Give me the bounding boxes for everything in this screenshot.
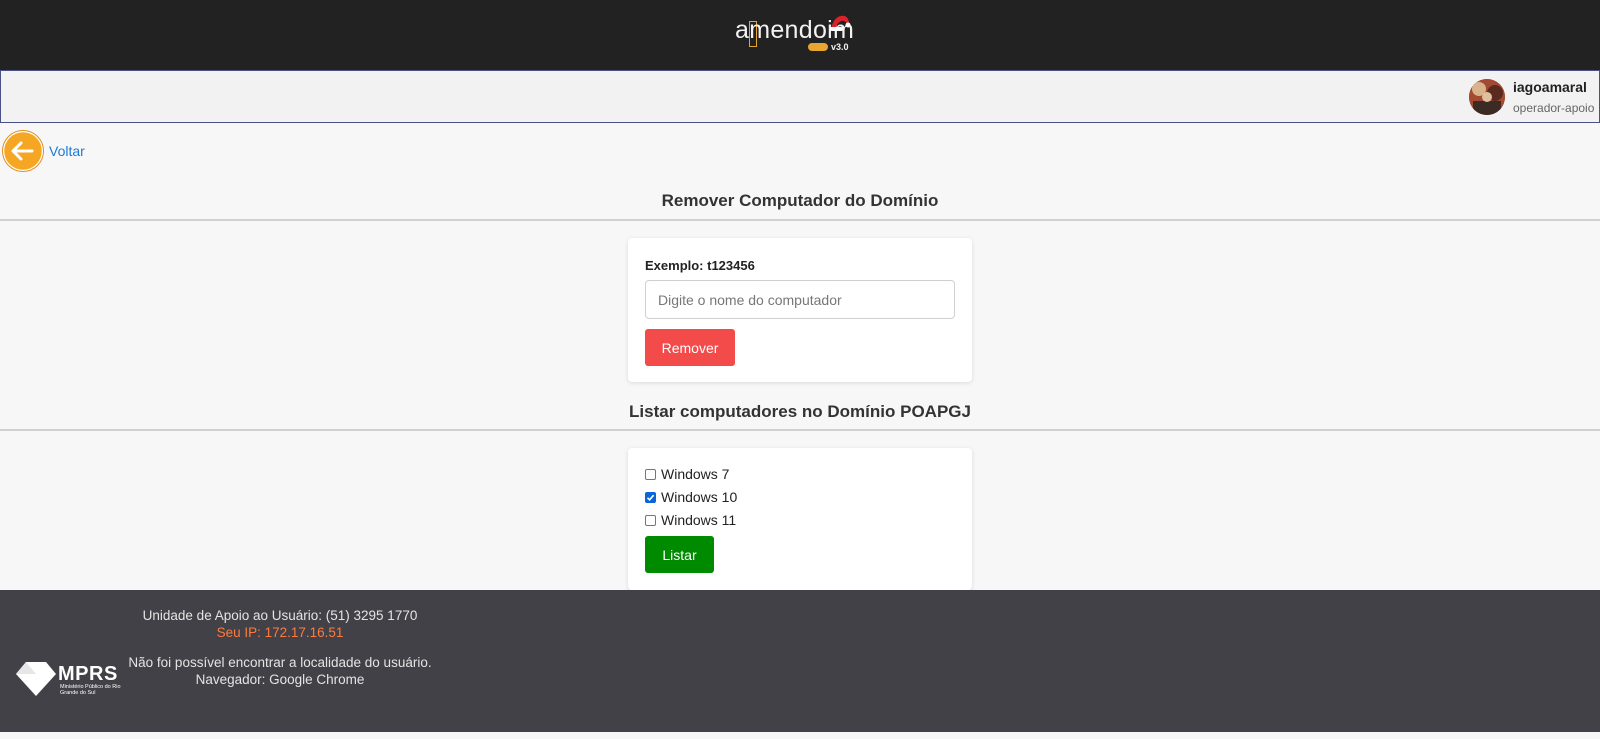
footer-bottom-strip bbox=[0, 732, 1600, 739]
mprs-logo: MPRS Ministério Público do Rio Grande do… bbox=[16, 660, 126, 702]
mprs-short-name: MPRS bbox=[58, 663, 118, 685]
list-section-title: Listar computadores no Domínio POAPGJ bbox=[629, 402, 971, 421]
windows-10-option[interactable]: Windows 10 bbox=[645, 489, 737, 505]
remove-section-title: Remover Computador do Domínio bbox=[661, 191, 939, 210]
windows-11-checkbox[interactable] bbox=[645, 514, 656, 526]
santa-hat-icon bbox=[830, 15, 851, 31]
back-label[interactable]: Voltar bbox=[49, 143, 85, 159]
windows-11-label: Windows 11 bbox=[661, 512, 737, 528]
list-button[interactable]: Listar bbox=[645, 536, 714, 573]
windows-11-option[interactable]: Windows 11 bbox=[645, 512, 736, 528]
avatar[interactable] bbox=[1469, 79, 1505, 115]
top-header: amendoim v3.0 bbox=[0, 0, 1600, 70]
avatar-image bbox=[1469, 79, 1505, 115]
back-link[interactable]: Voltar bbox=[2, 130, 85, 172]
divider bbox=[0, 429, 1600, 431]
mprs-full-name: Ministério Público do Rio Grande do Sul bbox=[60, 684, 121, 696]
logo-version: v3.0 bbox=[831, 42, 849, 52]
user-name: iagoamaral bbox=[1513, 79, 1587, 95]
remove-button[interactable]: Remover bbox=[645, 329, 735, 366]
footer: Unidade de Apoio ao Usuário: (51) 3295 1… bbox=[0, 590, 1600, 732]
windows-10-checkbox[interactable] bbox=[645, 491, 656, 503]
user-ip: Seu IP: 172.17.16.51 bbox=[216, 625, 344, 640]
remove-computer-card: Exemplo: t123456 Remover bbox=[628, 238, 972, 382]
support-phone: Unidade de Apoio ao Usuário: (51) 3295 1… bbox=[142, 608, 418, 623]
arrow-left-icon[interactable] bbox=[2, 130, 44, 172]
user-bar: iagoamaral operador-apoio bbox=[0, 70, 1600, 123]
mprs-emblem-icon bbox=[16, 662, 56, 696]
list-computers-card: Windows 7 Windows 10 Windows 11 Listar bbox=[628, 448, 972, 590]
computer-name-input[interactable] bbox=[645, 280, 955, 319]
windows-7-checkbox[interactable] bbox=[645, 468, 656, 480]
windows-7-option[interactable]: Windows 7 bbox=[645, 466, 729, 482]
user-role: operador-apoio bbox=[1513, 101, 1595, 115]
windows-10-label: Windows 10 bbox=[661, 489, 738, 505]
windows-7-label: Windows 7 bbox=[661, 466, 730, 482]
divider bbox=[0, 219, 1600, 221]
amendoim-logo[interactable]: amendoim v3.0 bbox=[735, 12, 875, 56]
example-label: Exemplo: t123456 bbox=[645, 258, 755, 273]
peanut-icon bbox=[808, 43, 828, 51]
check-icon bbox=[646, 494, 655, 501]
